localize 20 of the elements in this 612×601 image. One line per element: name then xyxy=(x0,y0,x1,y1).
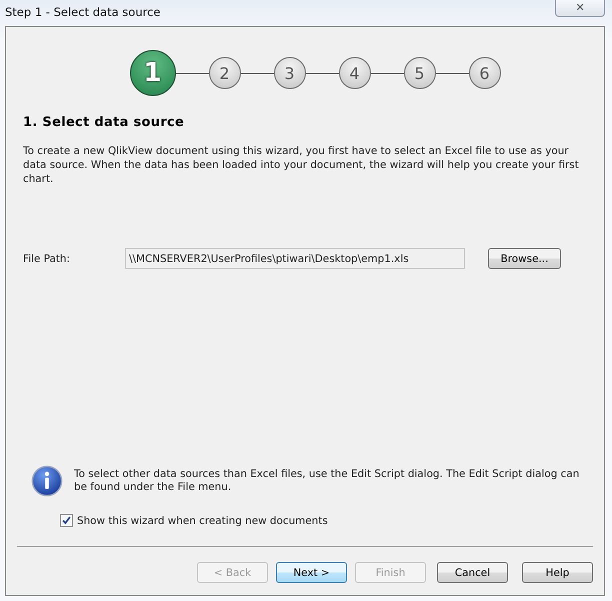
step-circle: 4 xyxy=(338,57,370,89)
section-heading: 1. Select data source xyxy=(23,115,186,130)
browse-button[interactable]: Browse... xyxy=(488,248,561,269)
close-button[interactable]: ✕ xyxy=(555,0,605,17)
checkbox[interactable] xyxy=(60,514,73,527)
step-circle: 1 xyxy=(130,50,176,96)
file-path-field[interactable]: \\MCNSERVER2\UserProfiles\ptiwari\Desktop\emp1.xls xyxy=(125,248,465,269)
step-circle: 2 xyxy=(208,57,240,89)
window-title: Step 1 - Select data source xyxy=(5,5,160,19)
wizard-button[interactable]: Cancel xyxy=(437,562,508,583)
info-icon xyxy=(31,465,63,497)
info-text: To select other data sources than Excel files, use the Edit Script dialog. The Edit Script dialog can be found under the File menu. xyxy=(74,468,580,494)
step-circle: 5 xyxy=(404,57,436,89)
wizard-button[interactable]: Next > xyxy=(276,562,347,583)
file-path-label: File Path: xyxy=(23,252,72,264)
description-text: To create a new QlikView document using this wizard, you first have to select an Excel file to use as your data source. When the data has been loaded into your document, the wizard will help you create your first chart. xyxy=(23,144,580,186)
wizard-button[interactable]: Help xyxy=(522,562,593,583)
step-circle: 3 xyxy=(274,57,306,89)
step-circle: 6 xyxy=(468,57,500,89)
checkbox-label: Show this wizard when creating new documents xyxy=(77,514,328,526)
